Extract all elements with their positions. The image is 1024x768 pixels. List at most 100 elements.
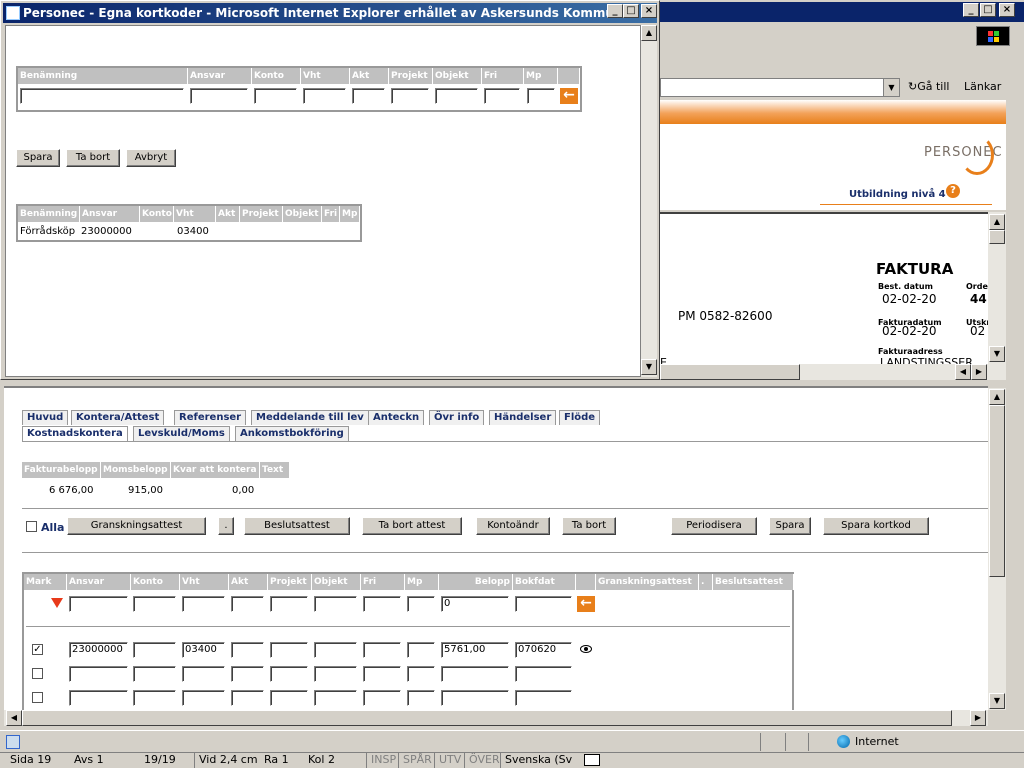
- list-row-ansvar[interactable]: 23000000: [81, 226, 132, 237]
- row3-bokfdat[interactable]: [515, 690, 572, 706]
- row2-belopp[interactable]: [441, 666, 509, 682]
- benamning-input[interactable]: [20, 88, 184, 104]
- row3-konto[interactable]: [133, 690, 176, 706]
- cancel-button[interactable]: Avbryt: [126, 149, 176, 167]
- spellcheck-book-icon[interactable]: [584, 754, 600, 766]
- mp-input[interactable]: [527, 88, 555, 104]
- goto-button[interactable]: ↻Gå till: [906, 77, 956, 97]
- row1-checkbox[interactable]: ✓: [32, 644, 43, 655]
- spara-kortkod-button[interactable]: Spara kortkod: [823, 517, 929, 535]
- main-scroll-left-icon[interactable]: ◀: [6, 710, 22, 726]
- scroll-left-icon[interactable]: ◀: [955, 364, 971, 380]
- row1-bokfdat[interactable]: 070620: [515, 642, 572, 658]
- status-over[interactable]: ÖVER: [464, 752, 500, 768]
- objekt-input[interactable]: [435, 88, 478, 104]
- vht-input[interactable]: [303, 88, 346, 104]
- tab-huvud[interactable]: Huvud: [22, 410, 69, 425]
- status-lang[interactable]: Svenska (Sv: [500, 752, 572, 768]
- main-scroll-right-icon[interactable]: ▶: [970, 710, 986, 726]
- address-dropdown[interactable]: ▼: [660, 78, 900, 97]
- filter-belopp[interactable]: 0: [441, 596, 509, 612]
- save-button[interactable]: Spara: [16, 149, 60, 167]
- ta-bort-button[interactable]: Ta bort: [562, 517, 616, 535]
- tab-anteckn[interactable]: Anteckn: [368, 410, 425, 425]
- delete-button[interactable]: Ta bort: [66, 149, 120, 167]
- popup-scroll-down-icon[interactable]: ▼: [641, 359, 657, 375]
- scroll-thumb[interactable]: [989, 230, 1005, 244]
- row1-vht[interactable]: 03400: [182, 642, 225, 658]
- row1-belopp[interactable]: 5761,00: [441, 642, 509, 658]
- browser-vertical-scrollbar[interactable]: [1006, 62, 1024, 384]
- tab-referenser[interactable]: Referenser: [174, 410, 247, 425]
- filter-mp[interactable]: [407, 596, 435, 612]
- filter-projekt[interactable]: [270, 596, 308, 612]
- popup-vertical-scrollbar[interactable]: [641, 25, 657, 377]
- eye-icon[interactable]: [580, 645, 592, 653]
- projekt-input[interactable]: [391, 88, 429, 104]
- row2-projekt[interactable]: [270, 666, 308, 682]
- status-insp[interactable]: INSP: [366, 752, 396, 768]
- ta-bort-attest-button[interactable]: Ta bort attest: [362, 517, 462, 535]
- ansvar-input[interactable]: [190, 88, 248, 104]
- tab-meddelande[interactable]: Meddelande till lev: [251, 410, 369, 425]
- status-spar[interactable]: SPÅR: [398, 752, 432, 768]
- filter-objekt[interactable]: [314, 596, 357, 612]
- maximize-icon[interactable]: □: [980, 3, 996, 17]
- row3-fri[interactable]: [363, 690, 401, 706]
- filter-ansvar[interactable]: [69, 596, 128, 612]
- row1-projekt[interactable]: [270, 642, 308, 658]
- links-label[interactable]: Länkar: [964, 80, 1001, 93]
- tab-handelser[interactable]: Händelser: [489, 410, 557, 425]
- row2-ansvar[interactable]: [69, 666, 128, 682]
- help-icon[interactable]: ?: [946, 184, 960, 198]
- periodisera-button[interactable]: Periodisera: [671, 517, 757, 535]
- tab-kostnadskontera[interactable]: Kostnadskontera: [22, 426, 128, 441]
- tab-levskuld-moms[interactable]: Levskuld/Moms: [133, 426, 230, 441]
- tab-ovr-info[interactable]: Övr info: [429, 410, 485, 425]
- tab-ankomstbokforing[interactable]: Ankomstbokföring: [235, 426, 349, 441]
- row2-fri[interactable]: [363, 666, 401, 682]
- main-scroll-down-icon[interactable]: ▼: [989, 693, 1005, 709]
- filter-akt[interactable]: [231, 596, 264, 612]
- row2-konto[interactable]: [133, 666, 176, 682]
- granskningsattest-button[interactable]: Granskningsattest: [67, 517, 206, 535]
- popup-minimize-icon[interactable]: _: [607, 4, 623, 18]
- akt-input[interactable]: [352, 88, 385, 104]
- beslutsattest-button[interactable]: Beslutsattest: [244, 517, 350, 535]
- main-scroll-thumb[interactable]: [989, 405, 1005, 577]
- row3-projekt[interactable]: [270, 690, 308, 706]
- row2-checkbox[interactable]: [32, 668, 43, 679]
- row1-konto[interactable]: [133, 642, 176, 658]
- main-h-scroll-thumb[interactable]: [22, 710, 952, 726]
- select-all-checkbox[interactable]: [26, 521, 37, 532]
- row1-objekt[interactable]: [314, 642, 357, 658]
- close-icon[interactable]: ×: [999, 3, 1015, 17]
- filter-fri[interactable]: [363, 596, 401, 612]
- row2-objekt[interactable]: [314, 666, 357, 682]
- row2-akt[interactable]: [231, 666, 264, 682]
- row1-ansvar[interactable]: 23000000: [69, 642, 128, 658]
- arrow-left-icon[interactable]: ←: [560, 88, 578, 104]
- row1-akt[interactable]: [231, 642, 264, 658]
- list-row-vht[interactable]: 03400: [177, 226, 209, 237]
- konto-input[interactable]: [254, 88, 297, 104]
- filter-bokfdat[interactable]: [515, 596, 572, 612]
- popup-maximize-icon[interactable]: □: [623, 4, 639, 18]
- row3-ansvar[interactable]: [69, 690, 128, 706]
- spara-button[interactable]: Spara: [769, 517, 811, 535]
- h-scroll-thumb[interactable]: [660, 364, 800, 380]
- dot-button[interactable]: .: [218, 517, 234, 535]
- row3-akt[interactable]: [231, 690, 264, 706]
- fri-input[interactable]: [484, 88, 520, 104]
- popup-scroll-up-icon[interactable]: ▲: [641, 25, 657, 41]
- filter-icon[interactable]: [51, 598, 63, 608]
- list-row-benamning[interactable]: Förrådsköp: [20, 226, 75, 237]
- tab-flode[interactable]: Flöde: [559, 410, 601, 425]
- row2-vht[interactable]: [182, 666, 225, 682]
- minimize-icon[interactable]: _: [963, 3, 979, 17]
- row3-belopp[interactable]: [441, 690, 509, 706]
- status-utv[interactable]: UTV: [434, 752, 461, 768]
- filter-vht[interactable]: [182, 596, 225, 612]
- row3-vht[interactable]: [182, 690, 225, 706]
- chevron-down-icon[interactable]: ▼: [883, 79, 899, 96]
